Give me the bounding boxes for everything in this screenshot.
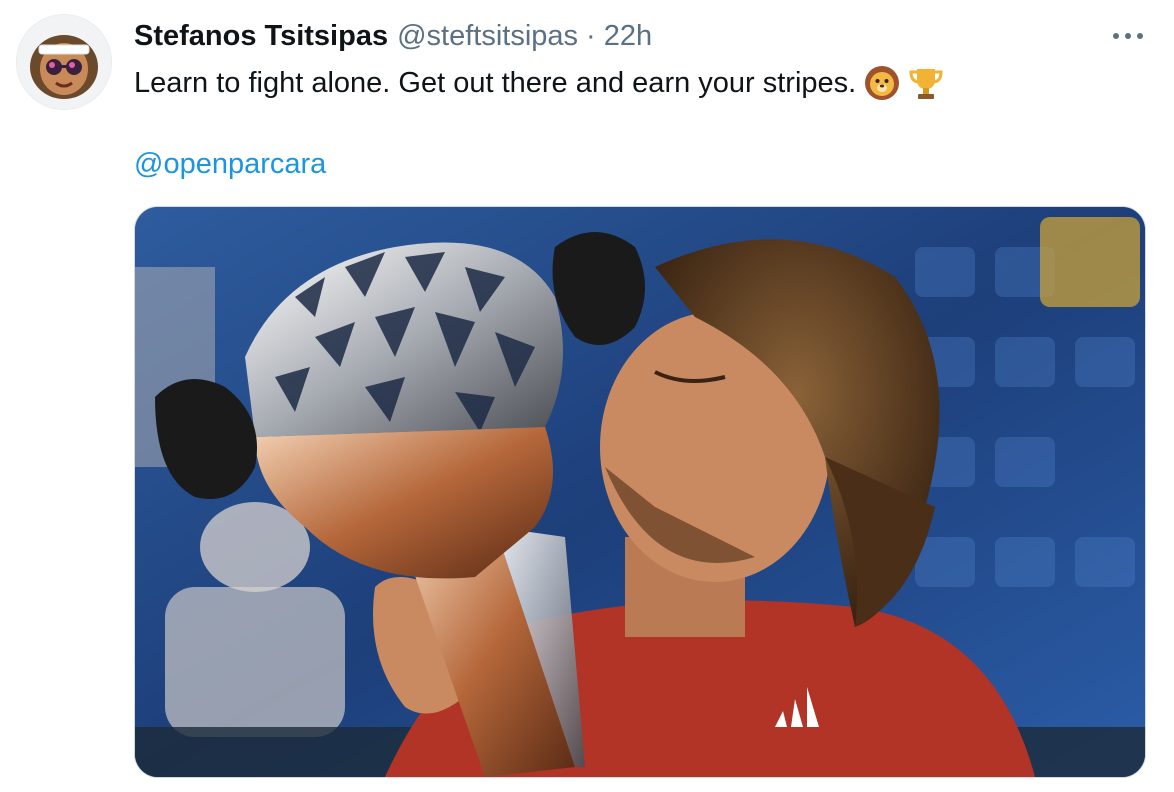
avatar-image: [17, 15, 111, 109]
tweet-media-photo[interactable]: [134, 206, 1146, 778]
separator-dot: ·: [586, 20, 596, 52]
more-horizontal-icon[interactable]: [1104, 24, 1152, 48]
photo-trophy-kiss: [135, 207, 1145, 777]
timestamp[interactable]: 22h: [604, 16, 652, 56]
mention-link[interactable]: @openparcara: [134, 144, 326, 184]
tweet-text-body: Learn to fight alone. Get out there and …: [134, 67, 857, 99]
tweet-text: Learn to fight alone. Get out there and …: [134, 62, 944, 104]
tweet-header: Stefanos Tsitsipas @steftsitsipas · 22h: [134, 16, 652, 56]
display-name[interactable]: Stefanos Tsitsipas: [134, 16, 388, 56]
lion-face-emoji: [864, 65, 900, 101]
trophy-emoji: [908, 65, 944, 101]
avatar[interactable]: [16, 14, 112, 110]
user-handle[interactable]: @steftsitsipas: [397, 16, 578, 56]
